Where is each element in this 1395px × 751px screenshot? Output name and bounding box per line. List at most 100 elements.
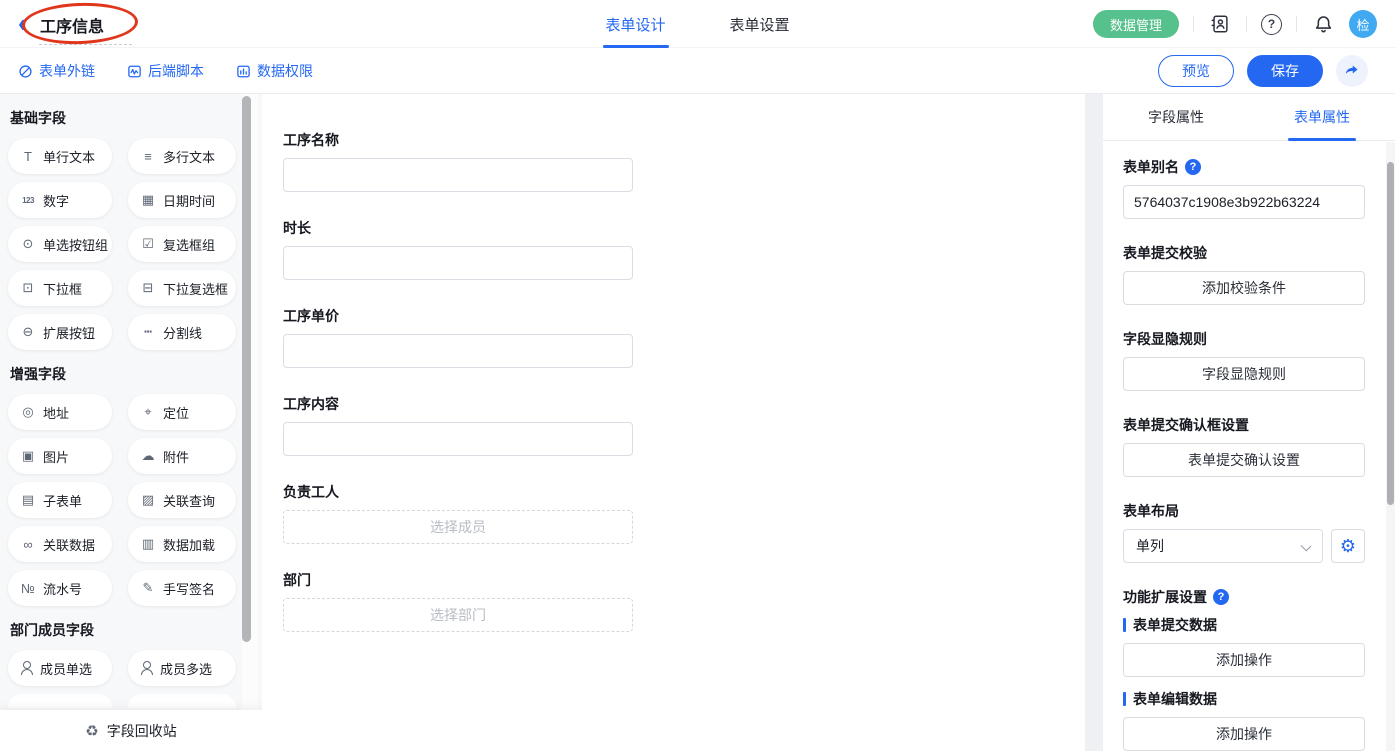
field-button-subform[interactable]: ▤子表单 [8,482,112,518]
properties-body: 表单别名 ? 表单提交校验 添加校验条件 字段显隐规则 字段显隐规则 表单提交确… [1103,141,1395,751]
sidebar-scrollbar[interactable] [242,96,251,642]
form-field-duration[interactable]: 时长 [283,218,633,280]
member-fields-grid: 成员单选 成员多选 [8,650,262,708]
data-permission-link[interactable]: 数据权限 [236,61,313,81]
field-input-process-name[interactable] [283,158,633,192]
properties-panel: 字段属性 表单属性 表单别名 ? 表单提交校验 添加校验条件 字段显隐规则 字段… [1103,94,1395,751]
form-field-worker[interactable]: 负责工人 选择成员 [283,482,633,544]
avatar[interactable]: 检 [1349,10,1377,38]
field-button-divider[interactable]: ┅ 分割线 [128,314,236,350]
contacts-icon[interactable] [1208,12,1232,36]
field-button-data-load[interactable]: ▥数据加载 [128,526,236,562]
help-icon[interactable]: ? [1261,14,1282,35]
main-tabs: 表单设计 表单设置 [605,0,789,48]
tab-form-settings[interactable]: 表单设置 [730,0,790,48]
field-button-attachment[interactable]: ☁附件 [128,438,236,474]
pill-label: 多行文本 [163,147,215,166]
form-alias-input[interactable] [1123,185,1365,219]
field-button-image[interactable]: ▣图片 [8,438,112,474]
serial-number-icon: № [19,581,37,596]
form-field-unit-price[interactable]: 工序单价 [283,306,633,368]
pill-label: 分割线 [163,323,202,342]
field-button-clipped [8,694,112,708]
layout-select[interactable]: 单列 [1123,529,1323,563]
help-icon[interactable]: ? [1213,589,1229,605]
field-button-related-query[interactable]: ▨关联查询 [128,482,236,518]
properties-scrollbar[interactable] [1387,162,1394,505]
field-input-duration[interactable] [283,246,633,280]
tab-form-design[interactable]: 表单设计 [605,0,665,48]
help-icon[interactable]: ? [1185,159,1201,175]
form-external-link[interactable]: 表单外链 [18,61,95,81]
layout-value: 单列 [1136,536,1164,556]
chevron-down-icon [1301,541,1312,552]
number-icon: 123 [19,196,37,205]
form-field-department[interactable]: 部门 选择部门 [283,570,633,632]
page-title[interactable]: 工序信息 [40,13,104,37]
section-title-basic: 基础字段 [10,108,262,128]
backend-script-link[interactable]: 后端脚本 [127,61,204,81]
form-field-content[interactable]: 工序内容 [283,394,633,456]
field-button-single-line-text[interactable]: T单行文本 [8,138,112,174]
layout-row: 单列 ⚙ [1123,529,1365,563]
toolbar-actions: 预览 保存 [1158,48,1368,94]
field-button-serial-number[interactable]: №流水号 [8,570,112,606]
field-input-content[interactable] [283,422,633,456]
pill-label: 附件 [163,447,189,466]
edit-data-subheader: 表单编辑数据 [1123,689,1365,709]
field-input-unit-price[interactable] [283,334,633,368]
dropdown-multi-icon: ⊟ [139,280,157,296]
link-label: 数据权限 [257,61,313,81]
share-button[interactable] [1336,55,1368,87]
recycle-icon: ♻ [85,722,98,740]
topbar-actions: 数据管理 ? 检 [1093,0,1377,48]
field-button-member-multi[interactable]: 成员多选 [128,650,236,686]
linked-rings-icon: ∞ [19,537,37,552]
label-text: 表单别名 [1123,157,1179,177]
department-picker[interactable]: 选择部门 [283,598,633,632]
pill-label: 手写签名 [163,579,215,598]
tab-form-properties[interactable]: 表单属性 [1249,94,1395,140]
section-title-enhanced: 增强字段 [10,364,262,384]
field-button-dropdown[interactable]: ⊡下拉框 [8,270,112,306]
form-field-process-name[interactable]: 工序名称 [283,130,633,192]
field-button-radio-group[interactable]: ⊙单选按钮组 [8,226,112,262]
extension-settings-label: 功能扩展设置 ? [1123,587,1365,607]
preview-button[interactable]: 预览 [1158,55,1234,87]
back-icon[interactable]: ‹ [18,9,27,37]
sidebar-scroll-track [242,94,258,751]
pill-label: 单选按钮组 [43,235,108,254]
layout-settings-button[interactable]: ⚙ [1331,529,1365,563]
pill-label: 定位 [163,403,189,422]
field-button-positioning[interactable]: ⌖定位 [128,394,236,430]
data-manage-button[interactable]: 数据管理 [1093,10,1179,38]
field-button-member-single[interactable]: 成员单选 [8,650,112,686]
pill-label: 下拉框 [43,279,82,298]
divider-icon: ┅ [139,324,157,340]
tab-field-properties[interactable]: 字段属性 [1103,94,1249,140]
bell-icon[interactable] [1311,12,1335,36]
pill-label: 图片 [43,447,69,466]
field-button-checkbox-group[interactable]: ☑复选框组 [128,226,236,262]
field-recycle-bin[interactable]: ♻ 字段回收站 [0,710,262,751]
field-button-dropdown-multi[interactable]: ⊟下拉复选框 [128,270,236,306]
field-button-address[interactable]: ◎地址 [8,394,112,430]
enhanced-fields-grid: ◎地址 ⌖定位 ▣图片 ☁附件 ▤子表单 ▨关联查询 ∞关联数据 ▥数据加载 №… [8,394,262,606]
field-visibility-button[interactable]: 字段显隐规则 [1123,357,1365,391]
field-button-multi-line-text[interactable]: ≡多行文本 [128,138,236,174]
add-action-button-edit[interactable]: 添加操作 [1123,717,1365,751]
pill-label: 数据加载 [163,535,215,554]
toolbar-links: 表单外链 后端脚本 数据权限 [18,48,313,94]
save-button[interactable]: 保存 [1247,55,1323,87]
field-button-datetime[interactable]: ▦日期时间 [128,182,236,218]
add-validation-button[interactable]: 添加校验条件 [1123,271,1365,305]
field-button-number[interactable]: 123数字 [8,182,112,218]
field-button-signature[interactable]: ✎ 手写签名 [128,570,236,606]
pen-icon: ✎ [139,580,157,596]
field-button-related-data[interactable]: ∞关联数据 [8,526,112,562]
title-underline [39,44,132,45]
field-button-extend-button[interactable]: ⊖扩展按钮 [8,314,112,350]
member-picker[interactable]: 选择成员 [283,510,633,544]
submit-confirm-button[interactable]: 表单提交确认设置 [1123,443,1365,477]
add-action-button-submit[interactable]: 添加操作 [1123,643,1365,677]
